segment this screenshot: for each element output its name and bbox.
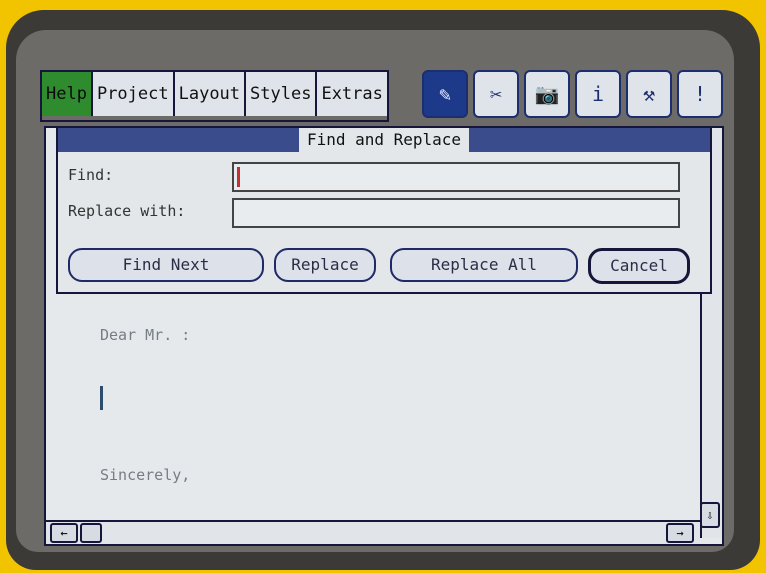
scroll-right-arrow-icon[interactable]: → [666, 523, 694, 543]
text-cursor [100, 386, 103, 410]
horizontal-scrollbar[interactable]: ← → [46, 520, 700, 544]
salutation-text: Dear Mr. : [100, 326, 191, 344]
scissors-icon[interactable]: ✂ [473, 70, 519, 118]
find-label: Find: [68, 166, 114, 184]
pencil-icon[interactable]: ✎ [422, 70, 468, 118]
scroll-left-arrow-icon[interactable]: ← [50, 523, 78, 543]
menu-project[interactable]: Project [92, 72, 175, 116]
dialog-title: Find and Replace [298, 128, 470, 152]
menu-layout[interactable]: Layout [174, 72, 247, 116]
info-icon[interactable]: i [575, 70, 621, 118]
camera-icon[interactable]: 📷 [524, 70, 570, 118]
find-next-button[interactable]: Find Next [68, 248, 264, 282]
menu-bar: Help Project Layout Styles Extras [40, 70, 389, 122]
replace-all-button[interactable]: Replace All [390, 248, 578, 282]
menu-extras[interactable]: Extras [317, 72, 387, 116]
dialog-title-bar[interactable]: Find and Replace [58, 128, 710, 152]
find-replace-dialog: Find and Replace Find: Replace with: Fin… [56, 126, 712, 294]
replace-with-label: Replace with: [68, 202, 186, 220]
tool-palette: ✎ ✂ 📷 i ⚒ ! [422, 70, 723, 118]
cancel-button[interactable]: Cancel [588, 248, 690, 284]
menu-styles[interactable]: Styles [246, 72, 318, 116]
closing-text: Sincerely, [100, 466, 191, 484]
replace-input[interactable] [232, 198, 680, 228]
menu-help[interactable]: Help [42, 72, 93, 116]
exclamation-icon[interactable]: ! [677, 70, 723, 118]
find-input[interactable] [232, 162, 680, 192]
paint-roller-icon[interactable]: ⚒ [626, 70, 672, 118]
input-caret [237, 167, 240, 187]
scroll-thumb[interactable] [80, 523, 102, 543]
scroll-down-arrow-icon[interactable]: ⇩ [700, 502, 720, 528]
replace-button[interactable]: Replace [274, 248, 376, 282]
